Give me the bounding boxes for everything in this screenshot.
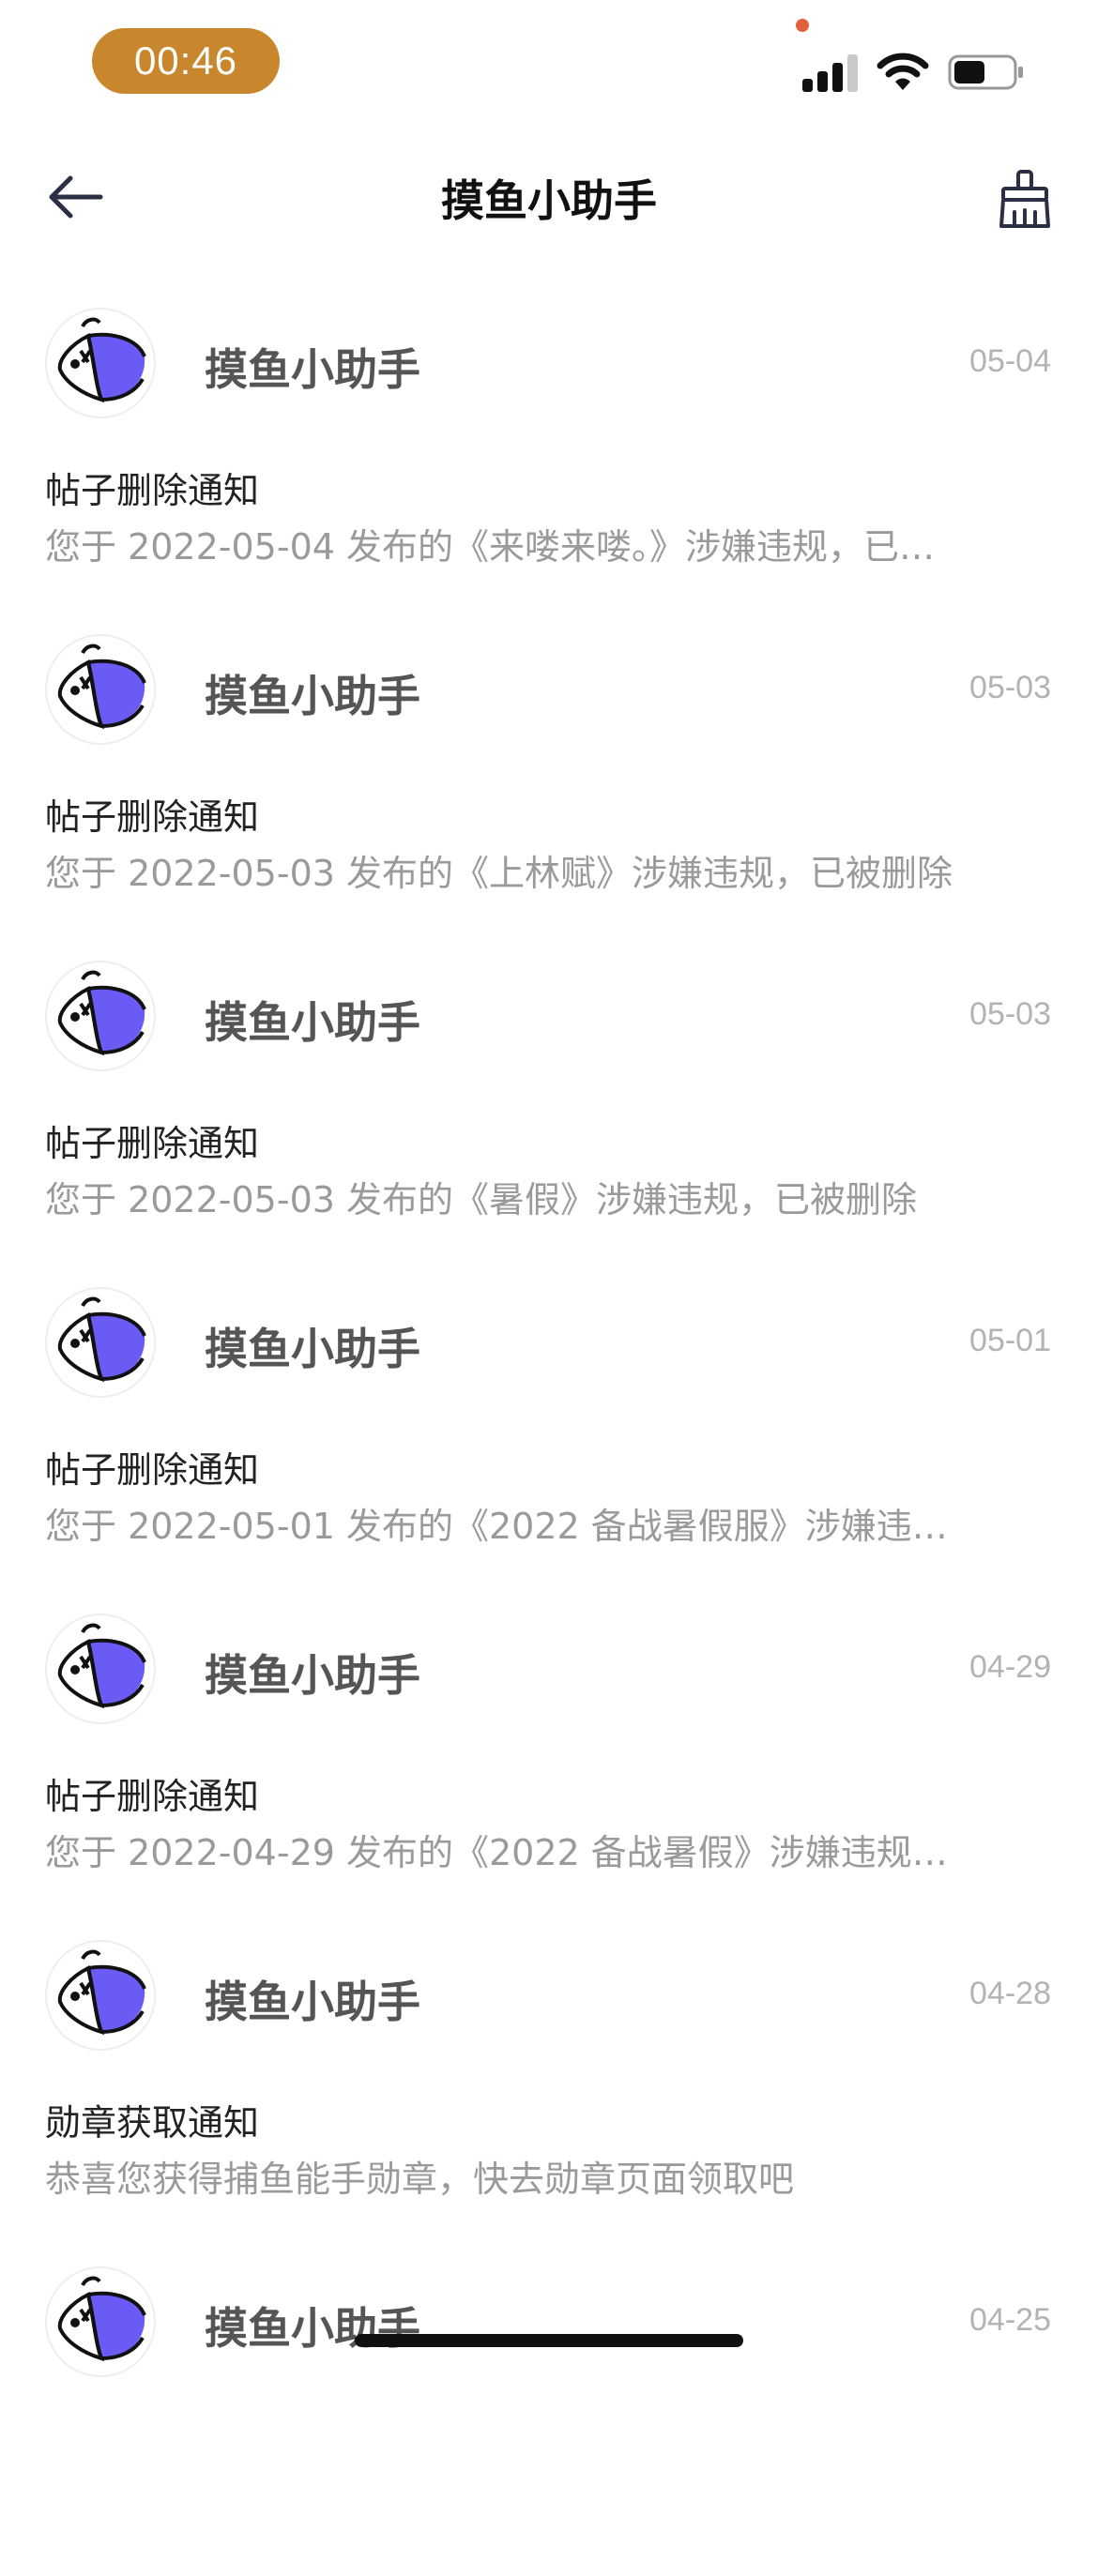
list-item[interactable]: 摸鱼小助手 05-03 帖子删除通知 您于 2022-05-03 发布的《暑假》…: [0, 944, 1098, 1270]
message-date: 05-01: [969, 1323, 1051, 1358]
list-item[interactable]: 摸鱼小助手 04-28 勋章获取通知 恭喜您获得捕鱼能手勋章，快去勋章页面领取吧: [0, 1923, 1098, 2250]
message-date: 04-28: [969, 1976, 1051, 2011]
message-title: 帖子删除通知: [45, 1123, 260, 1164]
broom-icon: [999, 170, 1050, 228]
message-title: 帖子删除通知: [45, 1776, 260, 1817]
message-preview: 您于 2022-05-01 发布的《2022 备战暑假服》涉嫌违…: [45, 1506, 948, 1547]
sender-name: 摸鱼小助手: [205, 2303, 420, 2354]
nav-bar: 摸鱼小助手: [0, 141, 1098, 253]
message-title: 帖子删除通知: [45, 796, 260, 838]
sender-name: 摸鱼小助手: [205, 671, 420, 721]
message-preview: 恭喜您获得捕鱼能手勋章，快去勋章页面领取吧: [45, 2159, 795, 2200]
list-item[interactable]: 摸鱼小助手 05-04 帖子删除通知 您于 2022-05-04 发布的《来喽来…: [0, 291, 1098, 617]
message-preview: 您于 2022-05-03 发布的《暑假》涉嫌违规，已被删除: [45, 1179, 917, 1220]
message-title: 帖子删除通知: [45, 1449, 260, 1491]
list-item[interactable]: 摸鱼小助手 04-25: [0, 2250, 1098, 2576]
message-preview: 您于 2022-04-29 发布的《2022 备战暑假》涉嫌违规…: [45, 1832, 948, 1873]
message-preview: 您于 2022-05-03 发布的《上林赋》涉嫌违规，已被删除: [45, 853, 953, 894]
message-date: 05-03: [969, 996, 1051, 1032]
clear-messages-button[interactable]: [987, 161, 1062, 236]
sender-name: 摸鱼小助手: [205, 1650, 420, 1701]
message-date: 05-04: [969, 343, 1051, 379]
list-item[interactable]: 摸鱼小助手 05-01 帖子删除通知 您于 2022-05-01 发布的《202…: [0, 1270, 1098, 1597]
message-preview: 您于 2022-05-04 发布的《来喽来喽。》涉嫌违规，已…: [45, 526, 935, 568]
fish-avatar-icon: [45, 308, 156, 418]
message-title: 勋章获取通知: [45, 2102, 260, 2144]
message-date: 04-29: [969, 1649, 1051, 1685]
page-title: 摸鱼小助手: [441, 175, 657, 226]
fish-avatar-icon: [45, 1614, 156, 1724]
list-item[interactable]: 摸鱼小助手 04-29 帖子删除通知 您于 2022-04-29 发布的《202…: [0, 1597, 1098, 1923]
home-indicator[interactable]: [355, 2334, 743, 2347]
list-item[interactable]: 摸鱼小助手 05-03 帖子删除通知 您于 2022-05-03 发布的《上林赋…: [0, 617, 1098, 944]
message-date: 05-03: [969, 670, 1051, 705]
status-time: 00:46: [92, 28, 280, 94]
sender-name: 摸鱼小助手: [205, 997, 420, 1048]
status-bar: 00:46: [0, 0, 1098, 122]
sender-name: 摸鱼小助手: [205, 1324, 420, 1374]
battery-icon: [948, 54, 1023, 90]
sender-name: 摸鱼小助手: [205, 344, 420, 395]
message-list: 摸鱼小助手 05-04 帖子删除通知 您于 2022-05-04 发布的《来喽来…: [0, 291, 1098, 2576]
fish-avatar-icon: [45, 634, 156, 745]
sender-name: 摸鱼小助手: [205, 1977, 420, 2027]
fish-avatar-icon: [45, 2266, 156, 2377]
wifi-icon: [877, 53, 929, 90]
message-title: 帖子删除通知: [45, 470, 260, 511]
cellular-signal-icon: [802, 51, 861, 92]
fish-avatar-icon: [45, 961, 156, 1071]
fish-avatar-icon: [45, 1940, 156, 2051]
fish-avatar-icon: [45, 1287, 156, 1398]
recording-indicator-icon: [796, 19, 809, 32]
message-date: 04-25: [969, 2302, 1051, 2338]
